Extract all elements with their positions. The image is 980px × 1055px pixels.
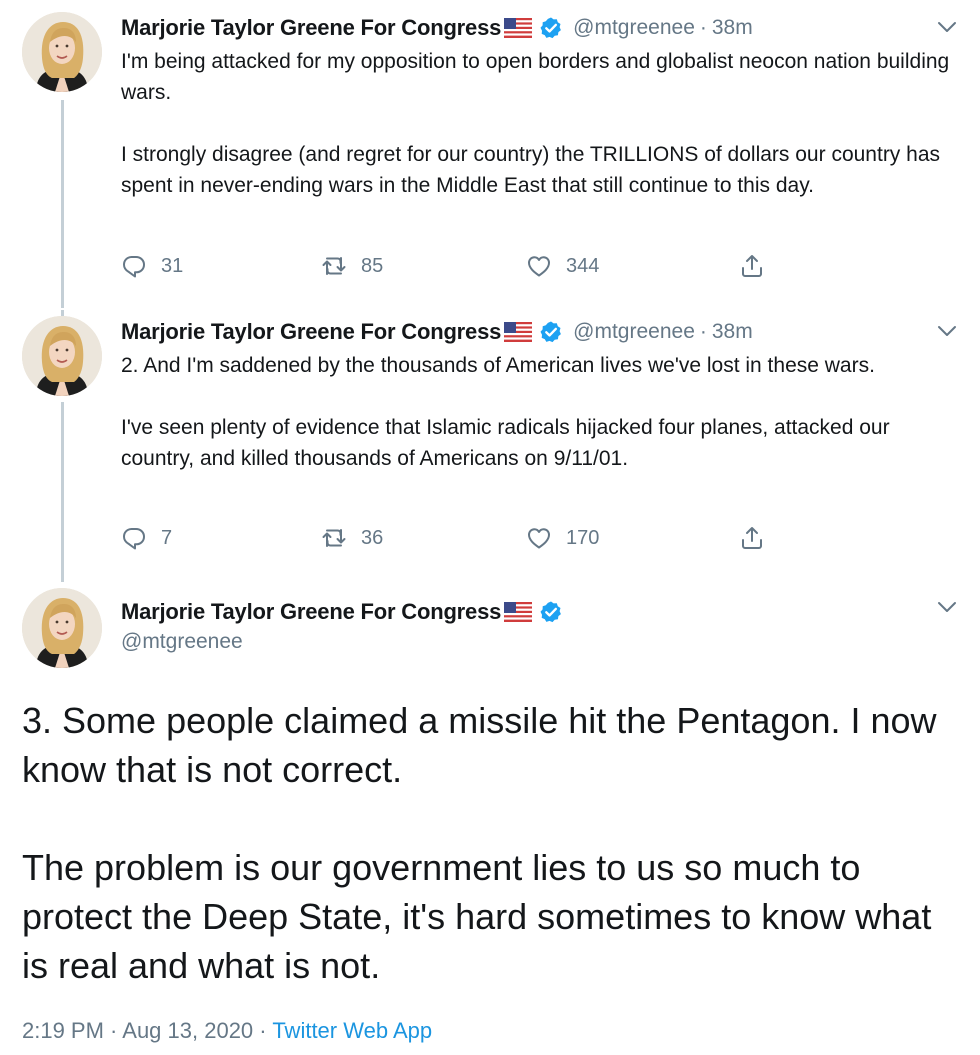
share-button[interactable]	[739, 251, 765, 281]
tweet-paragraph: 3. Some people claimed a missile hit the…	[22, 700, 937, 790]
verified-badge-icon	[539, 600, 563, 624]
share-button[interactable]	[739, 523, 765, 553]
author-handle[interactable]: @mtgreenee	[573, 320, 695, 344]
retweet-count: 85	[361, 254, 384, 277]
author-name[interactable]: Marjorie Taylor Greene For Congress	[121, 15, 501, 41]
tweet-actions: 31 85 344	[121, 251, 781, 281]
reply-count: 31	[161, 254, 184, 277]
tweet-actions: 7 36 170	[121, 523, 781, 553]
retweet-count: 36	[361, 526, 384, 549]
heart-icon	[526, 525, 552, 551]
us-flag-icon	[504, 18, 532, 38]
like-button[interactable]: 170	[526, 523, 599, 553]
heart-icon	[526, 253, 552, 279]
us-flag-icon	[504, 322, 532, 342]
retweet-icon	[321, 525, 347, 551]
tweet-timestamp[interactable]: 2:19 PM · Aug 13, 2020 ·	[22, 1018, 272, 1043]
thread-tweet-2[interactable]: Marjorie Taylor Greene For Congress @mtg…	[0, 310, 980, 582]
tweet-text: I'm being attacked for my opposition to …	[121, 46, 966, 201]
tweet-paragraph: 2. And I'm saddened by the thousands of …	[121, 354, 875, 377]
source-app-link[interactable]: Twitter Web App	[272, 1018, 432, 1043]
tweet-paragraph: I strongly disagree (and regret for our …	[121, 143, 940, 197]
like-count: 170	[566, 526, 600, 549]
tweet-paragraph: The problem is our government lies to us…	[22, 847, 932, 986]
thread-connector-line	[61, 402, 64, 582]
author-name[interactable]: Marjorie Taylor Greene For Congress	[121, 319, 501, 345]
author-handle[interactable]: @mtgreenee	[121, 630, 243, 654]
thread-connector-line	[61, 100, 64, 308]
author-name[interactable]: Marjorie Taylor Greene For Congress	[121, 599, 501, 625]
tweet-paragraph: I'm being attacked for my opposition to …	[121, 50, 950, 104]
author-handle[interactable]: @mtgreenee	[573, 16, 695, 40]
reply-icon	[121, 525, 147, 551]
reply-button[interactable]: 7	[121, 523, 172, 553]
main-tweet: Marjorie Taylor Greene For Congress @mtg…	[0, 582, 980, 1055]
tweet-metadata: 2:19 PM · Aug 13, 2020 · Twitter Web App	[22, 1018, 432, 1044]
retweet-icon	[321, 253, 347, 279]
retweet-button[interactable]: 36	[321, 523, 383, 553]
tweet-time[interactable]: 38m	[712, 16, 753, 40]
thread-tweet-1[interactable]: Marjorie Taylor Greene For Congress @mtg…	[0, 0, 980, 310]
chevron-down-icon[interactable]	[936, 600, 958, 614]
reply-icon	[121, 253, 147, 279]
reply-count: 7	[161, 526, 173, 549]
verified-badge-icon	[539, 320, 563, 344]
avatar[interactable]	[22, 12, 102, 92]
us-flag-icon	[504, 602, 532, 622]
avatar[interactable]	[22, 588, 102, 668]
verified-badge-icon	[539, 16, 563, 40]
tweet-header: Marjorie Taylor Greene For Congress @mtg…	[121, 317, 753, 347]
tweet-header: Marjorie Taylor Greene For Congress	[121, 597, 563, 627]
reply-button[interactable]: 31	[121, 251, 183, 281]
share-icon	[739, 253, 765, 279]
tweet-text: 3. Some people claimed a missile hit the…	[22, 696, 962, 990]
share-icon	[739, 525, 765, 551]
chevron-down-icon[interactable]	[936, 20, 958, 34]
like-button[interactable]: 344	[526, 251, 599, 281]
separator-dot: ·	[699, 16, 707, 39]
separator-dot: ·	[699, 320, 707, 343]
tweet-header: Marjorie Taylor Greene For Congress @mtg…	[121, 13, 753, 43]
chevron-down-icon[interactable]	[936, 324, 958, 338]
retweet-button[interactable]: 85	[321, 251, 383, 281]
tweet-time[interactable]: 38m	[712, 320, 753, 344]
like-count: 344	[566, 254, 600, 277]
tweet-paragraph: I've seen plenty of evidence that Islami…	[121, 416, 890, 470]
tweet-text: 2. And I'm saddened by the thousands of …	[121, 350, 966, 474]
avatar[interactable]	[22, 316, 102, 396]
